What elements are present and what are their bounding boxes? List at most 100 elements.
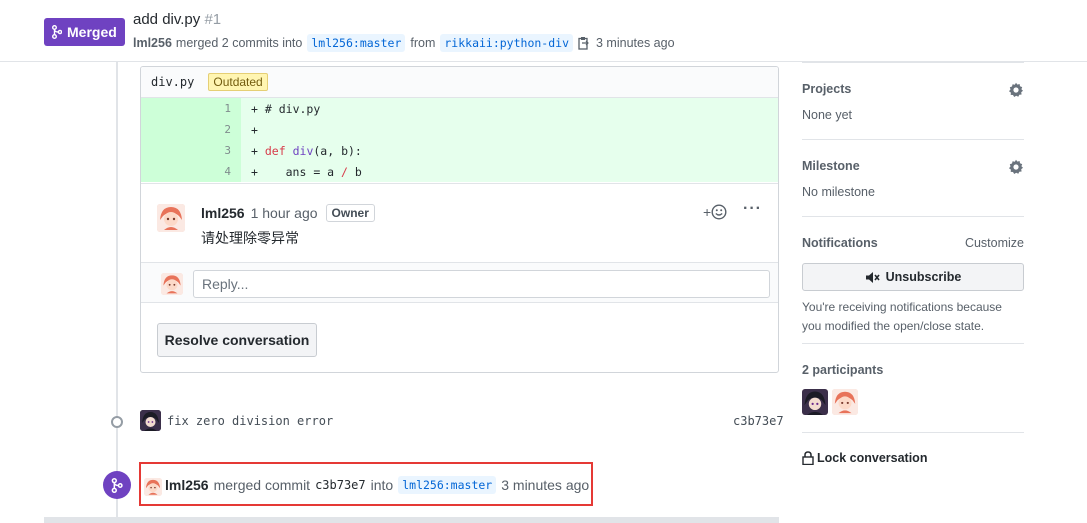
lock-conversation-label: Lock conversation (817, 451, 928, 465)
anime-avatar-icon (832, 389, 858, 415)
unsubscribe-button[interactable]: Unsubscribe (802, 263, 1024, 291)
participant-avatar[interactable] (832, 389, 858, 415)
head-branch-link[interactable]: rikkaii:python-div (440, 34, 573, 52)
code-text: (a, b): (313, 143, 362, 158)
code-line: + ans = a / b (241, 165, 362, 179)
diff-marker: + (251, 101, 258, 116)
comment-author-link[interactable]: lml256 (201, 205, 245, 221)
lock-conversation-link[interactable]: Lock conversation (802, 451, 1024, 465)
merged-state-label: Merged (67, 24, 117, 40)
clipboard-copy-icon[interactable] (578, 36, 590, 50)
review-comment: lml256 1 hour ago Owner 请处理除零异常 + ··· (141, 183, 778, 261)
merge-time-link[interactable]: 3 minutes ago (501, 477, 589, 493)
git-merge-icon (52, 25, 62, 39)
kebab-horizontal-icon[interactable]: ··· (743, 200, 762, 218)
avatar[interactable] (157, 204, 185, 232)
commit-node-icon (111, 416, 123, 428)
lock-icon (802, 451, 814, 465)
code-line: + (241, 123, 258, 137)
merge-into-text: into (370, 477, 394, 493)
git-merge-glyph (111, 477, 123, 493)
participants-title: 2 participants (802, 363, 884, 377)
pr-title-text: add div.py (133, 11, 201, 28)
git-merge-icon (103, 471, 131, 499)
outdated-label: Outdated (208, 73, 268, 91)
merge-event: lml256 merged commit c3b73e7 into lml256… (139, 462, 593, 506)
unsubscribe-label: Unsubscribe (885, 270, 962, 284)
divider (802, 343, 1024, 344)
diff-marker: + (251, 164, 258, 179)
commit-message-link[interactable]: fix zero division error (167, 414, 333, 428)
file-name-link[interactable]: div.py (151, 75, 194, 89)
code-line: + def div(a, b): (241, 144, 362, 158)
line-number[interactable]: 3 (141, 140, 241, 161)
code-text: b (347, 164, 362, 179)
projects-value: None yet (802, 108, 853, 122)
line-number[interactable]: 1 (141, 98, 241, 119)
sidebar-projects: Projects None yet (802, 82, 1024, 122)
reply-row (141, 262, 778, 303)
anime-avatar-icon (140, 410, 161, 431)
pr-merged-text: merged 2 commits into (175, 36, 303, 50)
divider (802, 139, 1024, 140)
merged-state-badge: Merged (44, 18, 125, 46)
pr-header: Merged add div.py #1 lml256 merged 2 com… (0, 0, 1087, 62)
mute-icon (865, 271, 880, 283)
anime-avatar-icon (802, 389, 828, 415)
divider (802, 432, 1024, 433)
merge-action-text: merged commit (213, 477, 311, 493)
merge-sha-link[interactable]: c3b73e7 (315, 478, 366, 492)
pr-from-text: from (410, 36, 436, 50)
code-text: ans = a (257, 164, 342, 179)
participant-avatar[interactable] (802, 389, 828, 415)
anime-avatar-icon (161, 273, 183, 295)
customize-link[interactable]: Customize (965, 236, 1024, 250)
line-number[interactable]: 2 (141, 119, 241, 140)
code-text: # div.py (264, 101, 321, 116)
pr-meta: lml256 merged 2 commits into lml256:mast… (133, 34, 675, 52)
gear-icon[interactable] (1008, 159, 1024, 175)
sidebar-milestone: Milestone No milestone (802, 159, 1024, 199)
diff-line: 2 + (141, 119, 778, 140)
avatar[interactable] (140, 410, 161, 431)
avatar[interactable] (144, 478, 162, 496)
base-branch-link[interactable]: lml256:master (307, 34, 406, 52)
diff-line: 1 + # div.py (141, 98, 778, 119)
notification-reason: You're receiving notifications because y… (802, 300, 1002, 333)
pr-author-link[interactable]: lml256 (133, 36, 172, 50)
review-thread-card: div.py Outdated 1 + # div.py 2 + 3 + def… (140, 66, 779, 373)
operator: / (341, 164, 348, 179)
gear-icon[interactable] (1008, 82, 1024, 98)
add-reaction-button[interactable]: + (703, 204, 727, 220)
milestone-value: No milestone (802, 185, 875, 199)
comment-header: lml256 1 hour ago Owner (201, 204, 375, 222)
commit-sha-link[interactable]: c3b73e7 (733, 414, 784, 428)
comment-body: 请处理除零异常 (201, 231, 299, 247)
code-line: + # div.py (241, 102, 320, 116)
projects-title[interactable]: Projects (802, 82, 1024, 96)
smiley-icon (711, 204, 727, 220)
keyword: def (264, 143, 286, 158)
merge-branch-link[interactable]: lml256:master (398, 476, 497, 494)
resolve-conversation-button[interactable]: Resolve conversation (157, 323, 317, 357)
anime-avatar-icon (144, 478, 162, 496)
comment-time-link[interactable]: 1 hour ago (251, 205, 318, 221)
divider (802, 216, 1024, 217)
owner-badge: Owner (325, 204, 375, 222)
avatar (161, 273, 183, 295)
diff-marker: + (251, 122, 258, 137)
file-header: div.py Outdated (141, 67, 778, 98)
sidebar-lock: Lock conversation (802, 451, 1024, 465)
pr-title: add div.py #1 (133, 11, 221, 28)
milestone-title[interactable]: Milestone (802, 159, 1024, 173)
pr-time: 3 minutes ago (596, 36, 675, 50)
anime-avatar-icon (157, 204, 185, 232)
divider (802, 62, 1024, 63)
participant-list (802, 389, 858, 415)
timeline-end-bar (44, 517, 779, 523)
diff-marker: + (251, 143, 258, 158)
merge-event-text: lml256 merged commit c3b73e7 into lml256… (165, 476, 589, 494)
reply-input[interactable] (193, 270, 770, 298)
line-number[interactable]: 4 (141, 161, 241, 182)
merge-author-link[interactable]: lml256 (165, 477, 209, 493)
